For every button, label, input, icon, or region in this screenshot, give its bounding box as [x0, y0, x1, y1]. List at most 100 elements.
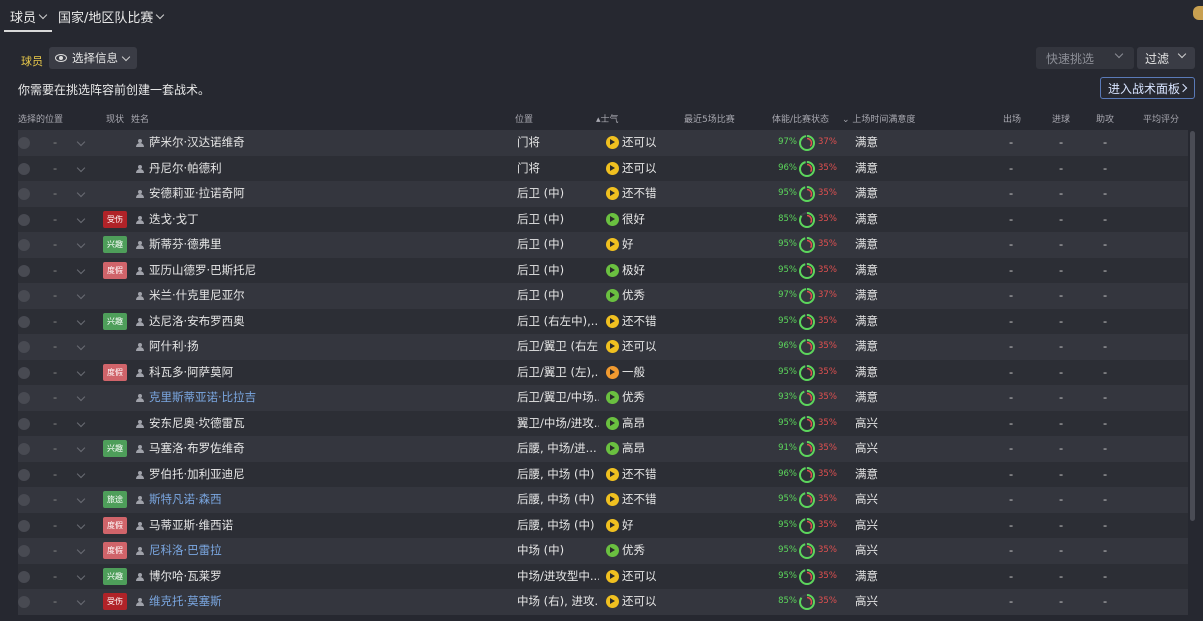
col-condition[interactable]: 体能/比赛状态: [772, 112, 829, 125]
player-name[interactable]: 克里斯蒂亚诺·比拉吉: [149, 385, 256, 411]
player-name[interactable]: 丹尼尔·帕德利: [149, 156, 222, 182]
selected-position[interactable]: -: [53, 411, 57, 437]
chevron-down-icon[interactable]: [76, 520, 86, 529]
status-badge[interactable]: 度假: [103, 363, 127, 381]
status-badge[interactable]: 受伤: [103, 210, 127, 228]
status-badge[interactable]: 受伤: [103, 593, 127, 610]
scrollbar[interactable]: [1190, 131, 1195, 521]
chevron-down-icon[interactable]: [76, 494, 86, 504]
select-check-icon[interactable]: [18, 417, 30, 430]
player-name[interactable]: 萨米尔·汉达诺维奇: [149, 130, 245, 156]
select-check-icon[interactable]: [18, 596, 30, 608]
col-apps[interactable]: 出场: [1003, 112, 1021, 125]
selected-position[interactable]: -: [53, 538, 57, 564]
selected-position[interactable]: -: [53, 385, 57, 411]
select-check-icon[interactable]: [18, 392, 30, 404]
chevron-down-icon[interactable]: [76, 392, 86, 402]
table-row[interactable]: - 萨米尔·汉达诺维奇 门将 还可以 97% 37% 满意 - - -: [18, 130, 1188, 156]
player-name[interactable]: 博尔哈·瓦莱罗: [149, 564, 222, 590]
tactics-panel-button[interactable]: 进入战术面板: [1100, 77, 1195, 99]
chevron-down-icon[interactable]: [76, 443, 86, 453]
select-check-icon[interactable]: [18, 468, 30, 481]
table-row[interactable]: - 度假 亚历山德罗·巴斯托尼 后卫 (中) 极好 95% 35% 满意 - - -: [18, 257, 1188, 284]
chevron-down-icon[interactable]: [76, 214, 86, 223]
tab-national-team[interactable]: 国家/地区队比赛: [58, 7, 165, 26]
select-check-icon[interactable]: [18, 545, 30, 557]
selected-position[interactable]: -: [53, 589, 57, 615]
table-row[interactable]: - 安德莉亚·拉诺奇阿 后卫 (中) 还不错 95% 35% 满意 - - -: [18, 181, 1188, 207]
table-row[interactable]: - 安东尼奥·坎德雷瓦 翼卫/中场/进攻... 高昂 95% 35% 高兴 - - -: [18, 410, 1188, 437]
player-name[interactable]: 亚历山德罗·巴斯托尼: [149, 258, 256, 284]
chevron-down-icon[interactable]: [76, 163, 86, 172]
selected-position[interactable]: -: [53, 309, 57, 335]
selected-position[interactable]: -: [53, 564, 57, 590]
player-name[interactable]: 马蒂亚斯·维西诺: [149, 513, 233, 539]
col-avg-rating[interactable]: 平均评分: [1143, 112, 1179, 125]
chevron-down-icon[interactable]: [76, 265, 86, 274]
chevron-down-icon[interactable]: [76, 239, 86, 249]
table-row[interactable]: - 度假 尼科洛·巴雷拉 中场 (中) 优秀 95% 35% 高兴 - - -: [18, 538, 1188, 564]
selected-position[interactable]: -: [53, 513, 57, 539]
select-check-icon[interactable]: [18, 264, 30, 277]
status-badge[interactable]: 兴趣: [103, 567, 127, 585]
select-check-icon[interactable]: [18, 290, 30, 302]
player-name[interactable]: 阿什利·扬: [149, 334, 199, 360]
select-check-icon[interactable]: [18, 239, 30, 251]
filter-dropdown[interactable]: 过滤: [1137, 47, 1195, 69]
player-name[interactable]: 科瓦多·阿萨莫阿: [149, 360, 233, 386]
chevron-down-icon[interactable]: [76, 341, 86, 351]
select-check-icon[interactable]: [18, 137, 30, 149]
table-row[interactable]: - 兴趣 博尔哈·瓦莱罗 中场/进攻型中... 还可以 95% 35% 满意 - - -: [18, 563, 1188, 590]
selected-position[interactable]: -: [53, 207, 57, 233]
player-name[interactable]: 斯特凡诺·森西: [149, 487, 222, 513]
player-name[interactable]: 安东尼奥·坎德雷瓦: [149, 411, 245, 437]
club-badge-icon[interactable]: [1193, 6, 1203, 20]
col-assists[interactable]: 助攻: [1096, 112, 1114, 125]
chevron-down-icon[interactable]: [76, 290, 86, 300]
select-check-icon[interactable]: [18, 443, 30, 455]
player-name[interactable]: 安德莉亚·拉诺奇阿: [149, 181, 245, 207]
player-name[interactable]: 迭戈·戈丁: [149, 207, 199, 233]
col-last5[interactable]: 最近5场比赛: [684, 112, 735, 125]
status-badge[interactable]: 兴趣: [103, 236, 127, 253]
selected-position[interactable]: -: [53, 360, 57, 386]
selected-position[interactable]: -: [53, 462, 57, 488]
player-name[interactable]: 尼科洛·巴雷拉: [149, 538, 222, 564]
table-row[interactable]: - 受伤 迭戈·戈丁 后卫 (中) 很好 85% 35% 满意 - - -: [18, 206, 1188, 233]
player-name[interactable]: 斯蒂芬·德弗里: [149, 232, 222, 258]
status-badge[interactable]: 度假: [103, 516, 127, 534]
table-row[interactable]: - 度假 科瓦多·阿萨莫阿 后卫/翼卫 (左),... 一般 95% 35% 满意 - - -: [18, 359, 1188, 386]
select-check-icon[interactable]: [18, 570, 30, 583]
select-check-icon[interactable]: [18, 494, 30, 506]
chevron-down-icon[interactable]: [76, 367, 86, 376]
selected-position[interactable]: -: [53, 283, 57, 309]
select-check-icon[interactable]: [18, 162, 30, 175]
status-badge[interactable]: 度假: [103, 542, 127, 559]
player-name[interactable]: 达尼洛·安布罗西奥: [149, 309, 245, 335]
select-check-icon[interactable]: [18, 366, 30, 379]
select-check-icon[interactable]: [18, 213, 30, 226]
chevron-down-icon[interactable]: [76, 571, 86, 580]
col-morale[interactable]: ▴士气: [596, 112, 619, 125]
table-row[interactable]: - 米兰·什克里尼亚尔 后卫 (中) 优秀 97% 37% 满意 - - -: [18, 283, 1188, 309]
chevron-down-icon[interactable]: [76, 469, 86, 478]
col-playing-time[interactable]: ⌄ 上场时间满意度: [842, 112, 915, 125]
selected-position[interactable]: -: [53, 130, 57, 156]
col-position[interactable]: 位置: [515, 112, 533, 125]
table-row[interactable]: - 克里斯蒂亚诺·比拉吉 后卫/翼卫/中场... 优秀 93% 35% 满意 - - -: [18, 385, 1188, 411]
col-goals[interactable]: 进球: [1052, 112, 1070, 125]
selected-position[interactable]: -: [53, 232, 57, 258]
table-row[interactable]: - 兴趣 斯蒂芬·德弗里 后卫 (中) 好 95% 35% 满意 - - -: [18, 232, 1188, 258]
selected-position[interactable]: -: [53, 487, 57, 513]
selected-position[interactable]: -: [53, 436, 57, 462]
col-status[interactable]: 现状: [106, 112, 124, 125]
chevron-down-icon[interactable]: [76, 545, 86, 555]
select-check-icon[interactable]: [18, 341, 30, 353]
select-check-icon[interactable]: [18, 519, 30, 532]
selected-position[interactable]: -: [53, 181, 57, 207]
table-row[interactable]: - 受伤 维克托·莫塞斯 中场 (右), 进攻... 还可以 85% 35% 高兴 - - -: [18, 589, 1188, 615]
table-row[interactable]: - 丹尼尔·帕德利 门将 还可以 96% 35% 满意 - - -: [18, 155, 1188, 182]
chevron-down-icon[interactable]: [76, 137, 86, 147]
table-row[interactable]: - 兴趣 马塞洛·布罗佐维奇 后腰, 中场/进... 高昂 91% 35% 高兴 - - -: [18, 436, 1188, 462]
status-badge[interactable]: 度假: [103, 261, 127, 279]
